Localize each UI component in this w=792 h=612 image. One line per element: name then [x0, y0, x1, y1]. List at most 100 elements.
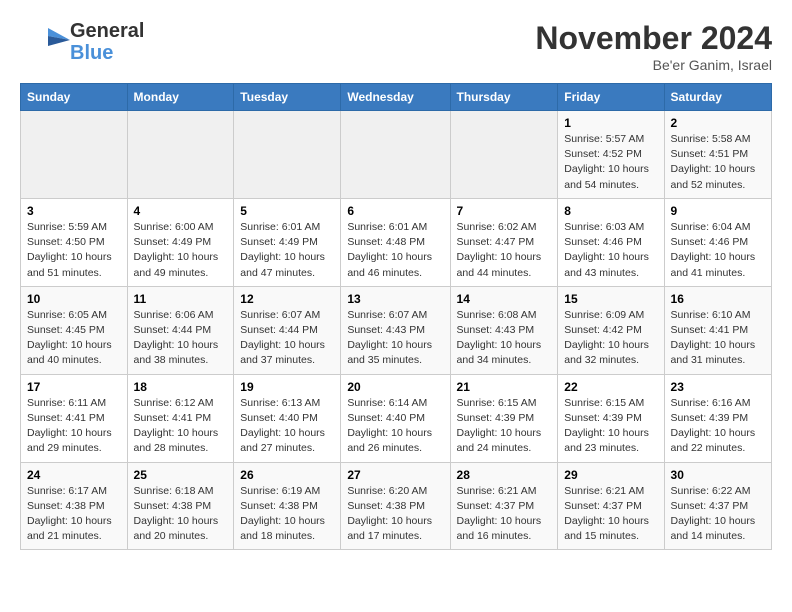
- calendar-cell: [234, 111, 341, 199]
- calendar-cell: 25 Sunrise: 6:18 AM Sunset: 4:38 PM Dayli…: [127, 462, 234, 550]
- calendar-cell: 3 Sunrise: 5:59 AM Sunset: 4:50 PM Daylig…: [21, 198, 128, 286]
- day-number: 19: [240, 380, 334, 394]
- logo-icon: [20, 20, 70, 64]
- calendar-week-2: 3 Sunrise: 5:59 AM Sunset: 4:50 PM Daylig…: [21, 198, 772, 286]
- calendar-cell: 27Sunrise: 6:20 AM Sunset: 4:38 PM Dayli…: [341, 462, 450, 550]
- calendar-week-4: 17 Sunrise: 6:11 AM Sunset: 4:41 PM Dayli…: [21, 374, 772, 462]
- day-number: 23: [671, 380, 765, 394]
- calendar-cell: 1 Sunrise: 5:57 AM Sunset: 4:52 PM Daylig…: [558, 111, 664, 199]
- calendar-cell: 11 Sunrise: 6:06 AM Sunset: 4:44 PM Dayli…: [127, 286, 234, 374]
- calendar-cell: 5 Sunrise: 6:01 AM Sunset: 4:49 PM Daylig…: [234, 198, 341, 286]
- day-number: 27: [347, 468, 443, 482]
- calendar-cell: 17 Sunrise: 6:11 AM Sunset: 4:41 PM Dayli…: [21, 374, 128, 462]
- day-number: 29: [564, 468, 657, 482]
- day-number: 2: [671, 116, 765, 130]
- day-number: 18: [134, 380, 228, 394]
- day-info: Sunrise: 5:57 AM Sunset: 4:52 PM Dayligh…: [564, 132, 657, 193]
- month-title: November 2024: [535, 20, 772, 57]
- day-info: Sunrise: 6:02 AM Sunset: 4:47 PM Dayligh…: [457, 220, 552, 281]
- day-info: Sunrise: 6:06 AM Sunset: 4:44 PM Dayligh…: [134, 308, 228, 369]
- day-info: Sunrise: 6:16 AM Sunset: 4:39 PM Dayligh…: [671, 396, 765, 457]
- logo-blue: Blue: [70, 42, 113, 64]
- day-number: 15: [564, 292, 657, 306]
- col-sunday: Sunday: [21, 84, 128, 111]
- day-number: 11: [134, 292, 228, 306]
- calendar-cell: 24Sunrise: 6:17 AM Sunset: 4:38 PM Dayli…: [21, 462, 128, 550]
- calendar-cell: 30 Sunrise: 6:22 AM Sunset: 4:37 PM Dayli…: [664, 462, 771, 550]
- calendar-cell: 12 Sunrise: 6:07 AM Sunset: 4:44 PM Dayli…: [234, 286, 341, 374]
- calendar-header-row: Sunday Monday Tuesday Wednesday Thursday…: [21, 84, 772, 111]
- col-friday: Friday: [558, 84, 664, 111]
- day-info: Sunrise: 5:58 AM Sunset: 4:51 PM Dayligh…: [671, 132, 765, 193]
- day-info: Sunrise: 6:08 AM Sunset: 4:43 PM Dayligh…: [457, 308, 552, 369]
- day-info: Sunrise: 6:04 AM Sunset: 4:46 PM Dayligh…: [671, 220, 765, 281]
- calendar-cell: 18Sunrise: 6:12 AM Sunset: 4:41 PM Dayli…: [127, 374, 234, 462]
- calendar-cell: 13 Sunrise: 6:07 AM Sunset: 4:43 PM Dayli…: [341, 286, 450, 374]
- page-header: GeneralBlue November 2024 Be'er Ganim, I…: [20, 20, 772, 73]
- day-number: 3: [27, 204, 121, 218]
- calendar-cell: 4Sunrise: 6:00 AM Sunset: 4:49 PM Daylig…: [127, 198, 234, 286]
- day-number: 9: [671, 204, 765, 218]
- col-saturday: Saturday: [664, 84, 771, 111]
- calendar-cell: 21 Sunrise: 6:15 AM Sunset: 4:39 PM Dayli…: [450, 374, 558, 462]
- day-info: Sunrise: 6:03 AM Sunset: 4:46 PM Dayligh…: [564, 220, 657, 281]
- col-monday: Monday: [127, 84, 234, 111]
- day-number: 14: [457, 292, 552, 306]
- calendar-cell: [127, 111, 234, 199]
- calendar-cell: [21, 111, 128, 199]
- day-info: Sunrise: 6:14 AM Sunset: 4:40 PM Dayligh…: [347, 396, 443, 457]
- title-block: November 2024 Be'er Ganim, Israel: [535, 20, 772, 73]
- day-info: Sunrise: 6:05 AM Sunset: 4:45 PM Dayligh…: [27, 308, 121, 369]
- col-thursday: Thursday: [450, 84, 558, 111]
- day-info: Sunrise: 6:00 AM Sunset: 4:49 PM Dayligh…: [134, 220, 228, 281]
- day-info: Sunrise: 6:11 AM Sunset: 4:41 PM Dayligh…: [27, 396, 121, 457]
- day-info: Sunrise: 6:07 AM Sunset: 4:44 PM Dayligh…: [240, 308, 334, 369]
- calendar-cell: 22 Sunrise: 6:15 AM Sunset: 4:39 PM Dayli…: [558, 374, 664, 462]
- day-info: Sunrise: 6:01 AM Sunset: 4:49 PM Dayligh…: [240, 220, 334, 281]
- day-info: Sunrise: 6:09 AM Sunset: 4:42 PM Dayligh…: [564, 308, 657, 369]
- day-number: 25: [134, 468, 228, 482]
- day-info: Sunrise: 6:18 AM Sunset: 4:38 PM Dayligh…: [134, 484, 228, 545]
- calendar-cell: 14 Sunrise: 6:08 AM Sunset: 4:43 PM Dayli…: [450, 286, 558, 374]
- day-number: 10: [27, 292, 121, 306]
- calendar-cell: 15 Sunrise: 6:09 AM Sunset: 4:42 PM Dayli…: [558, 286, 664, 374]
- calendar-week-1: 1 Sunrise: 5:57 AM Sunset: 4:52 PM Daylig…: [21, 111, 772, 199]
- day-info: Sunrise: 6:19 AM Sunset: 4:38 PM Dayligh…: [240, 484, 334, 545]
- day-number: 8: [564, 204, 657, 218]
- day-info: Sunrise: 6:13 AM Sunset: 4:40 PM Dayligh…: [240, 396, 334, 457]
- calendar-cell: 8 Sunrise: 6:03 AM Sunset: 4:46 PM Daylig…: [558, 198, 664, 286]
- day-number: 16: [671, 292, 765, 306]
- calendar-cell: 19 Sunrise: 6:13 AM Sunset: 4:40 PM Dayli…: [234, 374, 341, 462]
- day-number: 6: [347, 204, 443, 218]
- day-info: Sunrise: 6:21 AM Sunset: 4:37 PM Dayligh…: [564, 484, 657, 545]
- day-number: 5: [240, 204, 334, 218]
- day-number: 20: [347, 380, 443, 394]
- day-info: Sunrise: 6:15 AM Sunset: 4:39 PM Dayligh…: [564, 396, 657, 457]
- day-number: 1: [564, 116, 657, 130]
- logo: GeneralBlue: [20, 20, 144, 64]
- day-info: Sunrise: 6:22 AM Sunset: 4:37 PM Dayligh…: [671, 484, 765, 545]
- day-number: 21: [457, 380, 552, 394]
- logo-general: General: [70, 20, 144, 42]
- calendar-cell: 9 Sunrise: 6:04 AM Sunset: 4:46 PM Daylig…: [664, 198, 771, 286]
- day-info: Sunrise: 6:15 AM Sunset: 4:39 PM Dayligh…: [457, 396, 552, 457]
- calendar-cell: 6 Sunrise: 6:01 AM Sunset: 4:48 PM Daylig…: [341, 198, 450, 286]
- calendar-cell: [341, 111, 450, 199]
- day-number: 17: [27, 380, 121, 394]
- day-number: 28: [457, 468, 552, 482]
- calendar-table: Sunday Monday Tuesday Wednesday Thursday…: [20, 83, 772, 550]
- calendar-week-3: 10 Sunrise: 6:05 AM Sunset: 4:45 PM Dayli…: [21, 286, 772, 374]
- calendar-cell: 23 Sunrise: 6:16 AM Sunset: 4:39 PM Dayli…: [664, 374, 771, 462]
- day-info: Sunrise: 6:01 AM Sunset: 4:48 PM Dayligh…: [347, 220, 443, 281]
- day-info: Sunrise: 6:07 AM Sunset: 4:43 PM Dayligh…: [347, 308, 443, 369]
- day-number: 12: [240, 292, 334, 306]
- day-number: 13: [347, 292, 443, 306]
- col-tuesday: Tuesday: [234, 84, 341, 111]
- day-info: Sunrise: 6:10 AM Sunset: 4:41 PM Dayligh…: [671, 308, 765, 369]
- day-number: 22: [564, 380, 657, 394]
- day-info: Sunrise: 5:59 AM Sunset: 4:50 PM Dayligh…: [27, 220, 121, 281]
- calendar-cell: 10 Sunrise: 6:05 AM Sunset: 4:45 PM Dayli…: [21, 286, 128, 374]
- day-number: 30: [671, 468, 765, 482]
- calendar-cell: 16 Sunrise: 6:10 AM Sunset: 4:41 PM Dayli…: [664, 286, 771, 374]
- calendar-cell: 7Sunrise: 6:02 AM Sunset: 4:47 PM Daylig…: [450, 198, 558, 286]
